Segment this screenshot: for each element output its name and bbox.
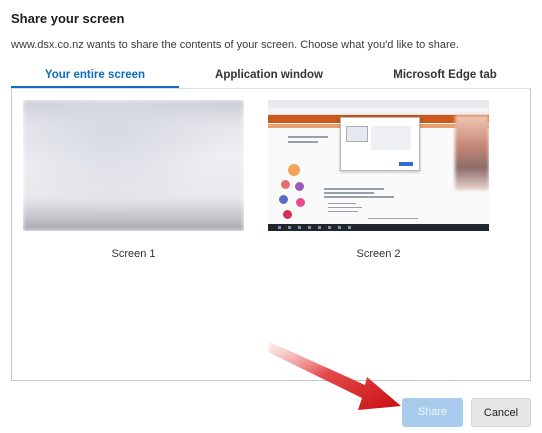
tab-label: Microsoft Edge tab [393, 69, 497, 81]
dialog-description: www.dsx.co.nz wants to share the content… [11, 39, 459, 51]
dialog-title: Share your screen [11, 11, 125, 26]
share-button[interactable]: Share [402, 398, 463, 427]
tab-entire-screen[interactable]: Your entire screen [11, 64, 179, 88]
screen-1-label: Screen 1 [111, 248, 156, 260]
screen-2-label: Screen 2 [356, 248, 401, 260]
screen-2-thumbnail[interactable] [268, 100, 489, 231]
source-tabs: Your entire screen Application window Mi… [11, 64, 531, 90]
screen-option-1[interactable]: Screen 1 [23, 100, 244, 260]
tab-edge-tab[interactable]: Microsoft Edge tab [359, 64, 531, 88]
tab-label: Application window [215, 69, 323, 81]
screen-list-panel: Screen 1 Screen 2 [11, 89, 531, 381]
screen-1-thumbnail[interactable] [23, 100, 244, 231]
tab-label: Your entire screen [44, 69, 146, 81]
screen-option-2[interactable]: Screen 2 [268, 100, 489, 260]
tab-application-window[interactable]: Application window [179, 64, 359, 88]
cancel-button[interactable]: Cancel [471, 398, 531, 427]
